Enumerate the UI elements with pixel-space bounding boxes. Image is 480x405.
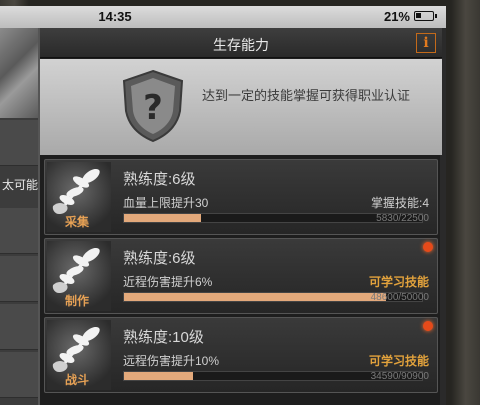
certification-text: 达到一定的技能掌握可获得职业认证 <box>202 88 411 103</box>
card-category: 采集 <box>64 215 89 229</box>
status-time: 14:35 <box>98 9 132 24</box>
svg-text:?: ? <box>143 88 163 128</box>
progress-fill <box>124 214 202 222</box>
card-description: 远程伤害提升10% <box>123 354 220 368</box>
leaf-hand-icon: 战斗 <box>47 320 111 390</box>
sidebar-item[interactable] <box>0 304 38 350</box>
card-exp: 34590/90900 <box>370 371 429 382</box>
card-description: 近程伤害提升6% <box>123 275 213 289</box>
battery-percent: 21% <box>383 9 410 24</box>
card-exp: 48600/50000 <box>370 292 429 303</box>
card-description: 血量上限提升30 <box>123 196 209 210</box>
skill-card-combat[interactable]: 战斗 熟练度:10级 远程伤害提升10% 可学习技能 34590/90900 <box>44 317 438 393</box>
survival-panel: 生存能力 i ? 达到一定的技能掌握可获得职业认证 采集 熟练度:6级 血量上限… <box>38 28 442 405</box>
card-right-label[interactable]: 可学习技能 <box>369 273 429 290</box>
sidebar-item[interactable] <box>0 208 38 254</box>
leaf-hand-icon: 采集 <box>47 162 111 232</box>
card-level: 熟练度:6级 <box>123 171 196 188</box>
screen: 14:35 21% 太可能 生存能力 i ? 达到一定的技能掌握可获得职业认证 <box>0 6 446 405</box>
status-bar: 14:35 21% <box>0 6 446 28</box>
card-right-label: 掌握技能:4 <box>370 196 429 210</box>
certification-header: ? 达到一定的技能掌握可获得职业认证 <box>40 59 442 155</box>
progress-fill <box>124 293 387 301</box>
skill-card-craft[interactable]: 制作 熟练度:6级 近程伤害提升6% 可学习技能 48600/50000 <box>44 238 438 314</box>
sidebar-banner <box>0 28 38 118</box>
progress-fill <box>124 372 193 380</box>
card-level: 熟练度:10级 <box>123 329 204 346</box>
sidebar-item-label[interactable]: 太可能 <box>0 176 38 193</box>
panel-titlebar: 生存能力 i <box>40 28 442 58</box>
battery-icon <box>414 11 437 21</box>
card-level: 熟练度:6级 <box>123 250 196 267</box>
panel-title: 生存能力 <box>213 37 269 53</box>
sidebar-item[interactable] <box>0 256 38 302</box>
notification-dot <box>423 321 433 331</box>
sidebar-item[interactable] <box>0 120 38 166</box>
info-button[interactable]: i <box>416 33 436 53</box>
sidebar: 太可能 <box>0 28 38 405</box>
notification-dot <box>423 242 433 252</box>
card-category: 战斗 <box>64 373 89 387</box>
card-exp: 5830/22500 <box>376 213 429 224</box>
card-category: 制作 <box>64 294 89 308</box>
card-right-label[interactable]: 可学习技能 <box>369 352 429 369</box>
skill-card-gather[interactable]: 采集 熟练度:6级 血量上限提升30 掌握技能:4 5830/22500 <box>44 159 438 235</box>
shield-question-icon: ? <box>122 69 184 143</box>
sidebar-item[interactable] <box>0 352 38 398</box>
leaf-hand-icon: 制作 <box>47 241 111 311</box>
